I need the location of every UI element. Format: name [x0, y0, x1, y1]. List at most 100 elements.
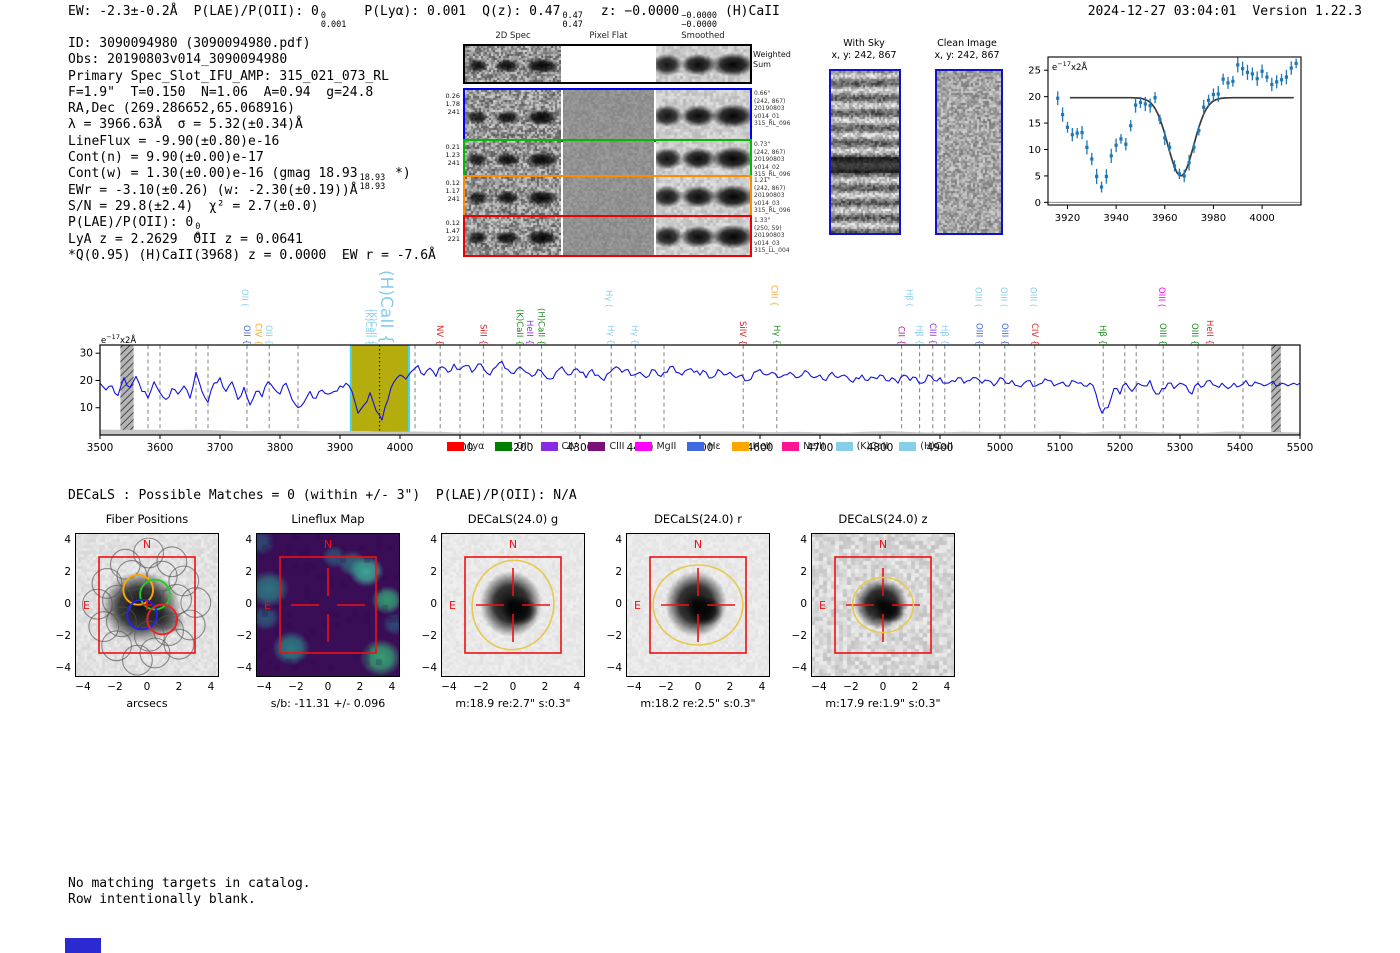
emission-line-label: Hβ { [938, 325, 949, 345]
emission-line-label: SiII { [477, 324, 488, 345]
cutout-y-tick-label: 2 [800, 566, 807, 578]
fiber-circle [174, 609, 206, 641]
twod-row1-col1-image [563, 90, 654, 140]
cutout-x-tick-label: 4 [943, 681, 951, 693]
twod-row4-col0-image [465, 217, 561, 255]
legend-item: Lyα [447, 441, 484, 452]
twod-row-2-left-labels: 0.21 1.23 241 [445, 143, 460, 167]
info-line: LyA z = 2.2629 OII z = 0.0641 [68, 231, 303, 247]
emission-line-label: CII { [895, 325, 906, 345]
flux-data-point [1245, 70, 1250, 74]
twod-row-4-left-labels: 0.12 1.47 221 [445, 219, 460, 243]
emission-line-label: OIII { [998, 322, 1009, 345]
cutout-y-tick-label: 2 [245, 566, 252, 578]
cutout-overlay-4: NE [811, 533, 955, 677]
flux-data-point [1275, 80, 1279, 84]
compass-east-label: E [83, 599, 90, 612]
flux-data-point [1177, 172, 1181, 176]
cutout-title: DECaLS(24.0) z [838, 512, 928, 526]
cutout-title: Lineflux Map [291, 512, 365, 526]
twod-row1-col2-image [656, 90, 750, 140]
legend-swatch [588, 442, 606, 451]
footer-line: Row intentionally blank. [68, 891, 256, 907]
cutout-x-tick-label: −2 [658, 681, 674, 693]
cutout-y-tick-label: 0 [800, 598, 807, 610]
info-line: Obs: 20190803v014_3090094980 [68, 52, 288, 68]
compass-east-label: E [819, 599, 826, 612]
sup-sub-stack: −0.0000 −0.0000 [681, 11, 718, 30]
cutout-xlabel: s/b: -11.31 +/- 0.096 [270, 697, 386, 710]
cutout-y-tick-label: −4 [236, 662, 252, 674]
flux-data-point [1080, 130, 1084, 135]
cutout-xlabel: m:17.9 re:1.9" s:0.3" [825, 697, 941, 710]
emission-line-label: OII { [241, 325, 251, 345]
twod-row-3 [463, 175, 752, 217]
flux-data-point [1168, 145, 1172, 149]
spectrum-legend: Lyα OII CIV CIII MgII Hε HeII NeIII (K)CaII (H)Ca… [100, 441, 1300, 452]
cutout-overlay-0: NE [75, 533, 219, 677]
emission-line-label: OII ( [239, 289, 250, 307]
flux-data-point [1197, 128, 1201, 133]
twod-row-3-left-labels: 0.12 1.17 241 [445, 179, 460, 203]
twod-row-1-left-labels: 0.26 1.78 241 [445, 92, 460, 116]
legend-swatch [782, 442, 800, 451]
legend-swatch [447, 442, 465, 451]
compass-north-label: N [324, 538, 332, 551]
emission-line-label: (H)CaII { [375, 270, 396, 345]
line-fit-plot-svg: 3920 3940 3960 3980 4000 0 5 10 15 20 25 [1028, 56, 1302, 224]
cutout-y-tick-label: −4 [421, 662, 437, 674]
cutout-x-tick-label: 4 [758, 681, 766, 693]
flux-data-point [1236, 63, 1240, 67]
flux-data-point [1090, 157, 1094, 161]
emission-line-label: Hβ ( [903, 289, 914, 307]
emission-line-label: (H)CaII { [535, 307, 546, 345]
flux-data-point [1129, 124, 1133, 128]
cutout-y-tick-label: 2 [64, 566, 71, 578]
header-metric: (H)CaII [725, 4, 780, 19]
cutout-x-tick-label: 2 [175, 681, 183, 693]
flux-data-point [1065, 125, 1070, 129]
flux-data-point [1153, 96, 1157, 100]
cutout-x-tick-label: −2 [288, 681, 304, 693]
cutout-overlay-1: NE [256, 533, 400, 677]
legend-swatch [899, 442, 917, 451]
flux-data-point [1221, 77, 1225, 81]
emission-line-label: NV { [434, 324, 445, 345]
flux-data-point [1085, 145, 1089, 149]
cutout-x-tick-label: 2 [911, 681, 919, 693]
emission-line-labels: OII (OII {CIV {OII {(K)CaII {(K)CaII {(H… [100, 255, 1300, 345]
clean-image-title: Clean Image x, y: 242, 867 [934, 38, 1000, 61]
emission-line-label: Hγ ( [602, 289, 613, 307]
legend-item: CIII [588, 441, 624, 452]
clean-image-frame [935, 69, 1003, 235]
flux-data-point [1119, 137, 1123, 141]
emission-line-label: CIII { [926, 323, 937, 345]
cutout-y-tick-label: −4 [606, 662, 622, 674]
flux-data-point [1260, 69, 1264, 73]
inset-x-tick-label: 3920 [1055, 213, 1080, 224]
compass-north-label: N [694, 538, 702, 551]
emission-line-label: HeII { [1204, 320, 1214, 345]
cutout-x-tick-label: −2 [473, 681, 489, 693]
cutout-x-tick-label: −2 [107, 681, 123, 693]
main-y-tick-label: 20 [80, 375, 93, 387]
legend-item: HeII [731, 441, 771, 452]
legend-swatch [495, 442, 513, 451]
emission-line-label: CIV { [252, 322, 263, 345]
twod-row0-col1-image [563, 46, 654, 82]
inset-y-tick-label: 5 [1035, 171, 1041, 182]
emission-line-label: Hγ { [629, 325, 640, 345]
flux-data-point [1148, 104, 1152, 108]
fiber-circle [88, 611, 120, 643]
compass-north-label: N [509, 538, 517, 551]
cutout-x-tick-label: −2 [843, 681, 859, 693]
legend-label: CIII [609, 441, 625, 452]
cutout-x-tick-label: 2 [541, 681, 549, 693]
flux-data-point [1099, 185, 1104, 189]
flux-data-point [1241, 67, 1245, 71]
cutout-y-tick-label: 0 [430, 598, 437, 610]
cutout-y-tick-label: 0 [245, 598, 252, 610]
cutout-y-tick-label: 4 [245, 534, 252, 546]
flux-data-point [1216, 92, 1220, 96]
flux-data-point [1104, 174, 1108, 179]
